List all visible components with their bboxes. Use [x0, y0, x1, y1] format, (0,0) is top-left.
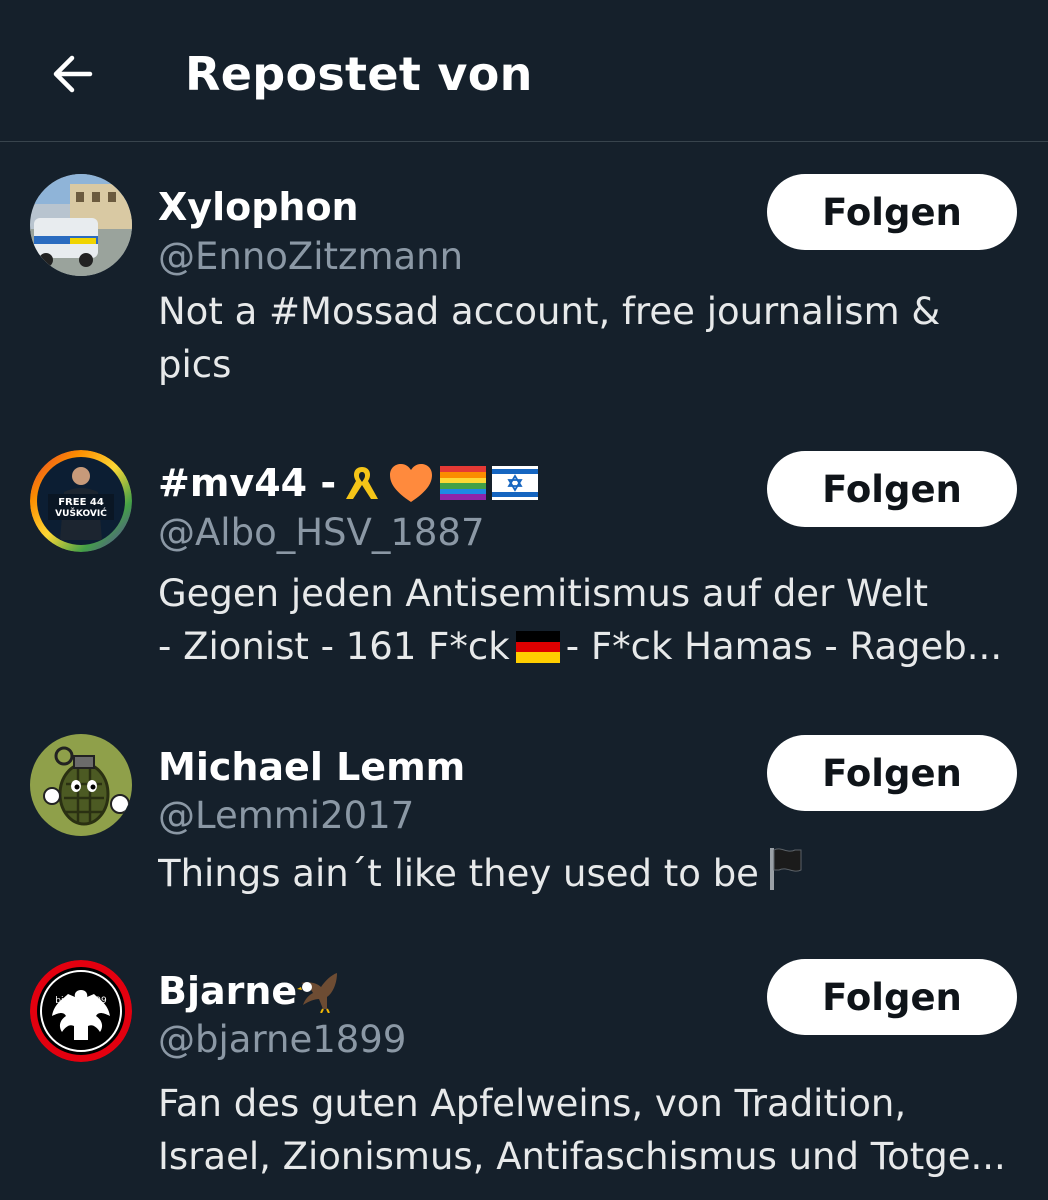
bio-line: Israel, Zionismus, Antifaschismus und To…	[158, 1135, 1006, 1178]
bio-line: Fan des guten Apfelweins, von Tradition,	[158, 1082, 907, 1125]
avatar[interactable]: bjarne1899	[30, 960, 132, 1062]
eagle-icon	[297, 973, 338, 1013]
name-line: Bjarne	[158, 966, 343, 1016]
user-bio: Fan des guten Apfelweins, von Tradition,…	[158, 1077, 1008, 1183]
user-handle: @bjarne1899	[158, 1018, 407, 1061]
user-cell[interactable]: bjarne1899 Bjarne @bjarne1899 Fan des gu…	[0, 0, 1048, 1200]
display-name: Bjarne	[158, 969, 298, 1013]
follow-button[interactable]: Folgen	[767, 959, 1017, 1035]
